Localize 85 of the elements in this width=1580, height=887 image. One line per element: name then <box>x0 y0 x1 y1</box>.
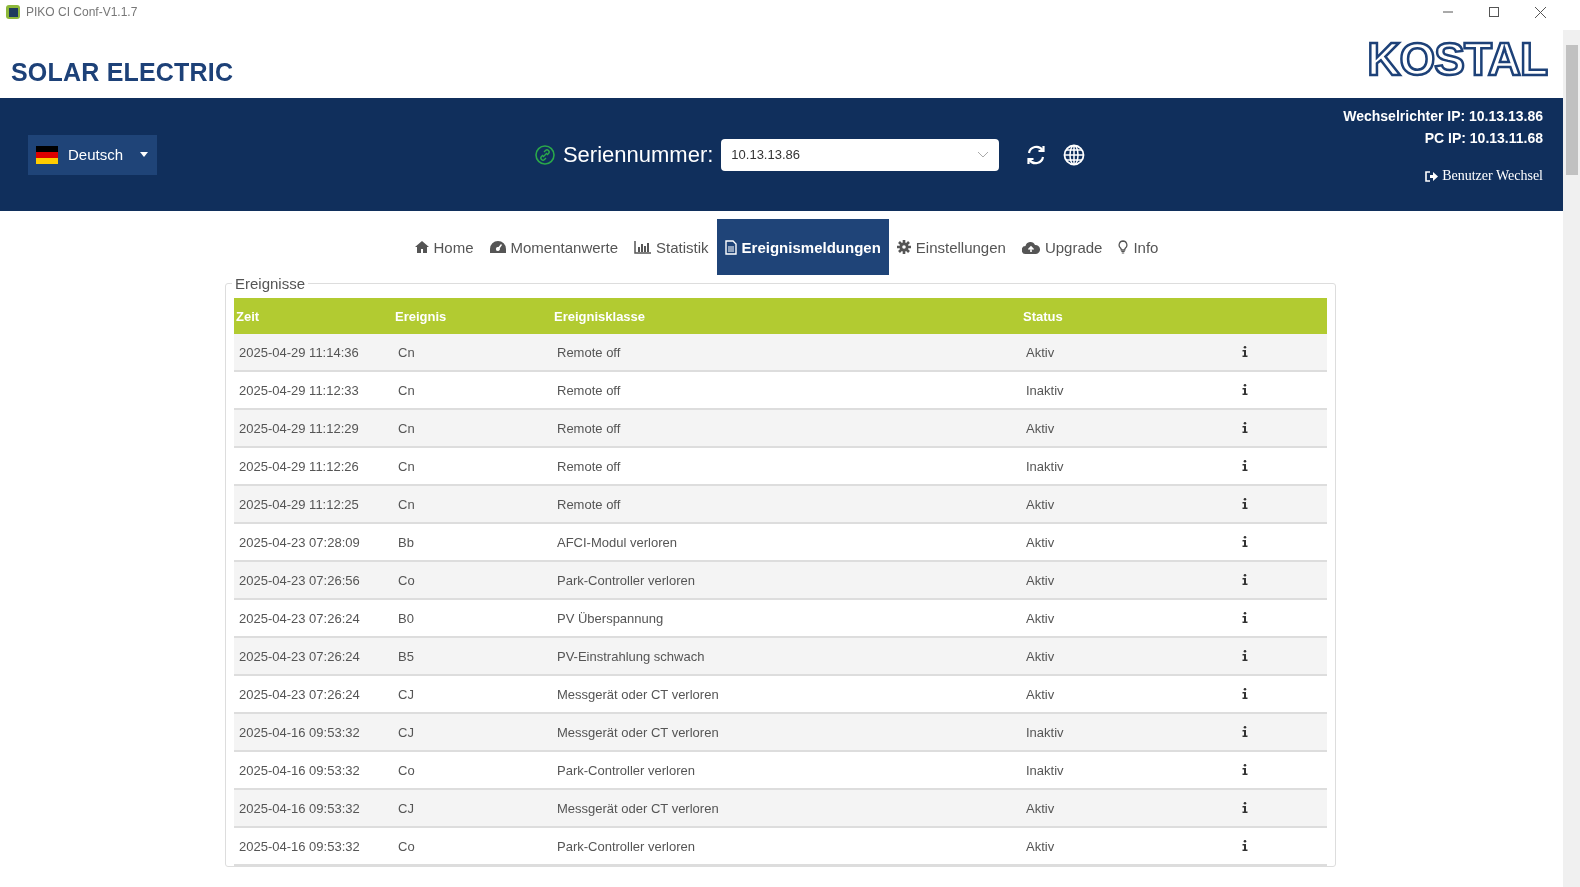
column-header: Zeit <box>234 298 393 334</box>
window-title: PIKO CI Conf-V1.1.7 <box>26 5 138 19</box>
nav-tab[interactable]: Ereignismeldungen <box>716 219 889 275</box>
document-icon <box>724 239 737 255</box>
info-icon[interactable] <box>1241 649 1248 661</box>
language-dropdown[interactable]: Deutsch <box>28 134 158 175</box>
table-cell: 2025-04-29 11:12:29 <box>234 409 393 447</box>
home-icon <box>414 241 429 253</box>
panel-legend: Ereignisse <box>232 275 309 292</box>
nav-tab[interactable]: Einstellungen <box>888 219 1014 275</box>
info-icon[interactable] <box>1241 725 1248 737</box>
flag-icon <box>36 145 58 164</box>
table-cell: Aktiv <box>1021 827 1162 865</box>
maximize-icon[interactable] <box>1489 7 1499 17</box>
table-cell: Messgerät oder CT verloren <box>552 713 1021 751</box>
table-cell: 2025-04-23 07:26:24 <box>234 637 393 675</box>
info-icon[interactable] <box>1241 383 1248 395</box>
info-icon[interactable] <box>1241 345 1248 357</box>
table-cell: 2025-04-16 09:53:32 <box>234 713 393 751</box>
refresh-icon[interactable] <box>1025 143 1048 166</box>
info-icon[interactable] <box>1241 535 1248 547</box>
table-cell: Messgerät oder CT verloren <box>552 789 1021 827</box>
column-header: Ereignis <box>393 298 552 334</box>
table-cell: Remote off <box>552 409 1021 447</box>
gear-icon <box>896 240 911 254</box>
table-cell: 2025-04-29 11:14:36 <box>234 334 393 371</box>
table-cell: CJ <box>393 789 552 827</box>
nav-tab[interactable]: Momentanwerte <box>481 219 627 275</box>
nav-tab[interactable]: Upgrade <box>1013 219 1111 275</box>
table-cell: Cn <box>393 334 552 371</box>
table-cell: Cn <box>393 409 552 447</box>
info-icon[interactable] <box>1241 801 1248 813</box>
table-cell: CJ <box>393 713 552 751</box>
info-icon[interactable] <box>1241 839 1248 851</box>
user-switch-link[interactable]: Benutzer Wechsel <box>1425 168 1543 184</box>
globe-icon[interactable] <box>1063 143 1086 166</box>
pc-ip: PC IP: 10.13.11.68 <box>1424 130 1543 146</box>
link-icon <box>534 144 555 165</box>
info-icon[interactable] <box>1241 497 1248 509</box>
table-cell: Aktiv <box>1021 334 1162 371</box>
table-cell: Aktiv <box>1021 485 1162 523</box>
table-cell: Park-Controller verloren <box>552 561 1021 599</box>
sign-out-icon <box>1425 170 1439 182</box>
table-cell: Co <box>393 561 552 599</box>
table-cell: 2025-04-16 09:53:32 <box>234 789 393 827</box>
close-icon[interactable] <box>1534 6 1546 18</box>
table-cell: Cn <box>393 485 552 523</box>
brand-name: SOLAR ELECTRIC <box>11 58 234 87</box>
table-cell: 2025-04-23 07:26:56 <box>234 561 393 599</box>
table-cell: 2025-04-29 11:12:25 <box>234 485 393 523</box>
app-icon <box>6 5 20 19</box>
serial-label: Seriennummer: <box>562 141 714 168</box>
table-cell: B5 <box>393 637 552 675</box>
table-cell: Park-Controller verloren <box>552 827 1021 865</box>
table-cell: Inaktiv <box>1021 713 1162 751</box>
table-cell: 2025-04-16 09:53:32 <box>234 827 393 865</box>
info-icon[interactable] <box>1241 573 1248 585</box>
info-icon[interactable] <box>1241 459 1248 471</box>
table-cell: Remote off <box>552 485 1021 523</box>
caret-icon <box>139 151 150 158</box>
info-icon[interactable] <box>1241 687 1248 699</box>
table-cell: Aktiv <box>1021 637 1162 675</box>
bar-chart-icon <box>634 240 652 254</box>
nav-tab[interactable]: Home <box>406 219 482 275</box>
column-header: Ereignisklasse <box>552 298 1021 334</box>
nav-tab[interactable]: Info <box>1110 219 1167 275</box>
gauge-icon <box>489 241 506 253</box>
column-header: Status <box>1021 298 1162 334</box>
chevron-icon <box>977 151 990 158</box>
table-cell: Aktiv <box>1021 409 1162 447</box>
table-cell: PV-Einstrahlung schwach <box>552 637 1021 675</box>
info-icon[interactable] <box>1241 763 1248 775</box>
table-cell: Aktiv <box>1021 561 1162 599</box>
cloud-upload-icon <box>1021 240 1040 254</box>
nav-tab[interactable]: Statistik <box>626 219 717 275</box>
table-cell: Co <box>393 827 552 865</box>
info-icon[interactable] <box>1241 421 1248 433</box>
lightbulb-icon <box>1118 240 1129 254</box>
scrollbar[interactable] <box>1563 30 1580 887</box>
serial-dropdown[interactable]: 10.13.13.86 <box>721 138 1000 171</box>
table-cell: Remote off <box>552 334 1021 371</box>
company-logo: KOSTAL <box>1367 36 1547 82</box>
inverter-ip: Wechselrichter IP: 10.13.13.86 <box>1343 108 1543 124</box>
table-cell: Aktiv <box>1021 789 1162 827</box>
info-icon[interactable] <box>1241 611 1248 623</box>
